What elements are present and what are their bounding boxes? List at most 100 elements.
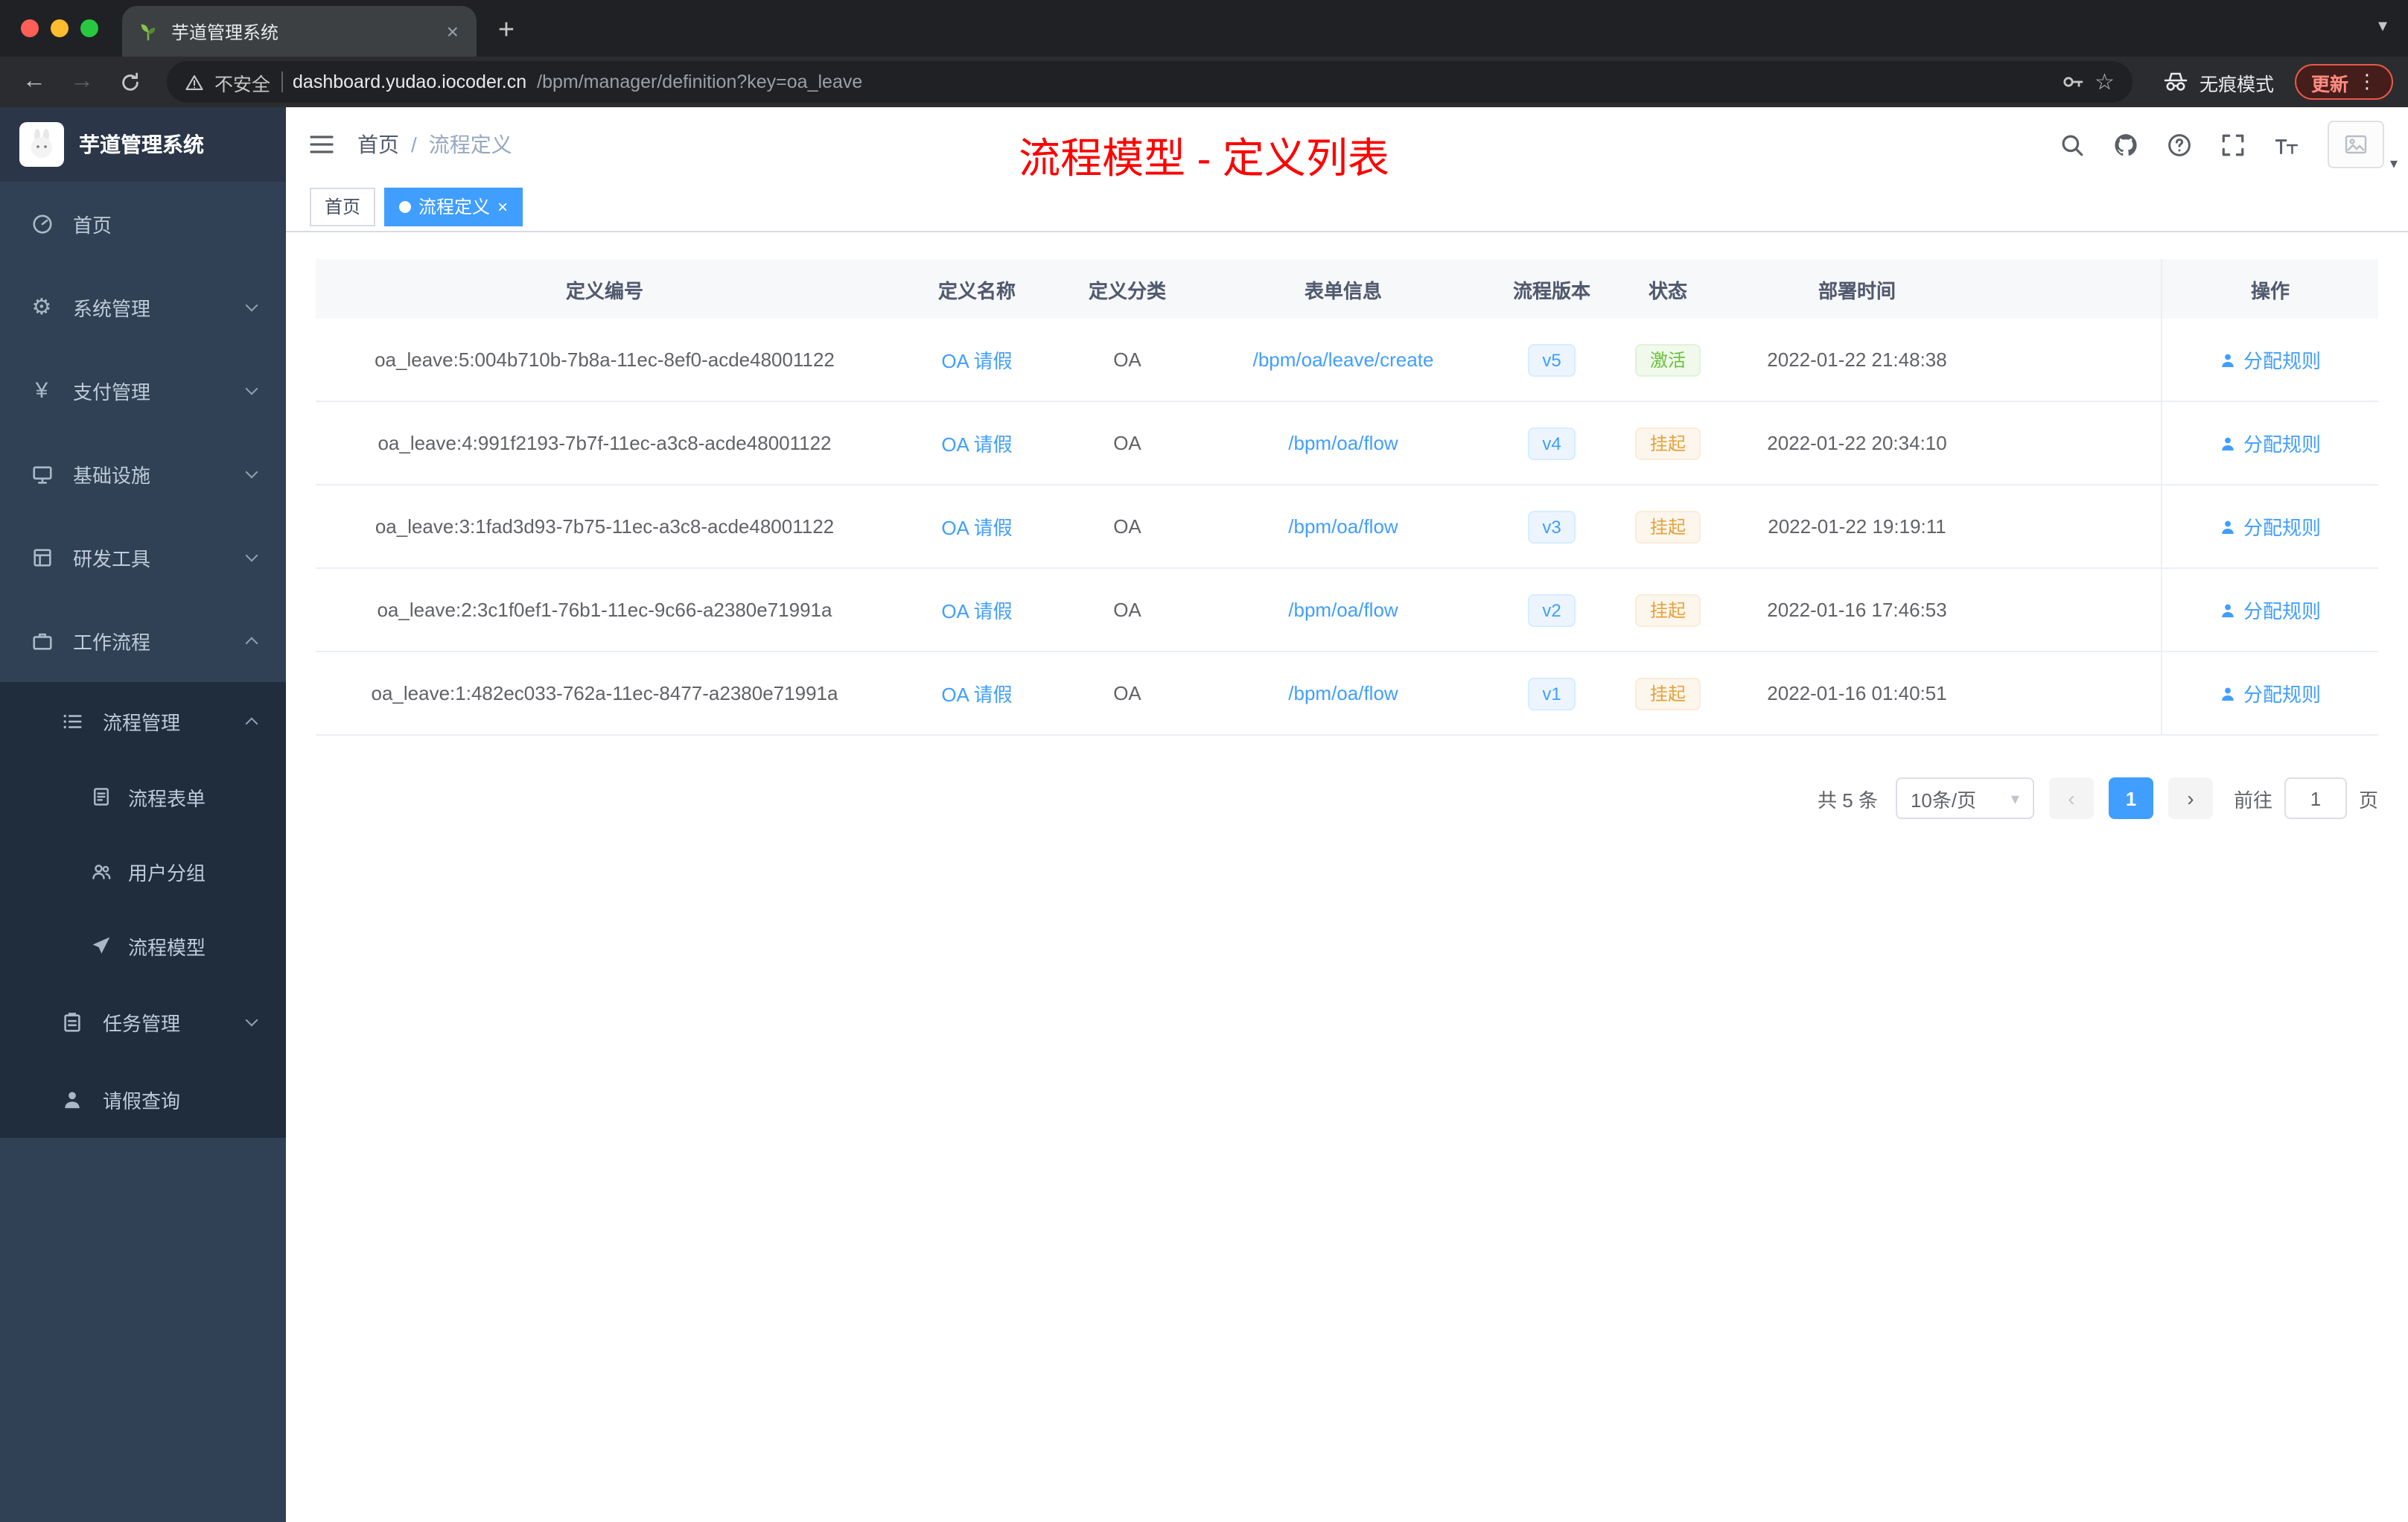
omnibox-divider bbox=[281, 71, 283, 92]
tab-close-icon[interactable]: × bbox=[444, 19, 462, 43]
browser-toolbar: ← → 不安全 dashboard.yudao.iocoder.cn/bpm/m… bbox=[0, 57, 2408, 107]
status-tag: 挂起 bbox=[1634, 593, 1701, 626]
sidebar-item-workflow[interactable]: 工作流程 bbox=[0, 599, 286, 682]
sidebar-item-label: 流程表单 bbox=[128, 787, 206, 809]
tag-label: 首页 bbox=[325, 197, 361, 217]
sidebar-item-leave-query[interactable]: 请假查询 bbox=[0, 1060, 286, 1138]
definition-name-link[interactable]: OA 请假 bbox=[941, 596, 1012, 624]
clipboard-icon bbox=[60, 1010, 83, 1034]
sidebar-item-process-forms[interactable]: 流程表单 bbox=[0, 760, 286, 834]
tab-favicon-icon bbox=[141, 23, 156, 40]
person-icon bbox=[2223, 520, 2235, 533]
update-label: 更新 bbox=[2310, 74, 2348, 95]
prev-page-button[interactable]: ‹ bbox=[2048, 777, 2094, 819]
definition-id: oa_leave:1:482ec033-762a-11ec-8477-a2380… bbox=[371, 682, 838, 704]
main-area: 首页 / 流程定义 ▾ 首页 流程定义 × 定义编号 定义名称 定义分类 表单信… bbox=[286, 107, 2408, 1522]
search-icon[interactable] bbox=[2060, 132, 2085, 157]
not-secure-label: 不安全 bbox=[214, 74, 271, 95]
column-header: 流程版本 bbox=[1512, 279, 1590, 302]
assign-rule-link[interactable]: 分配规则 bbox=[2220, 679, 2321, 707]
chevron-down-icon bbox=[245, 465, 258, 478]
breadcrumb-home[interactable]: 首页 bbox=[357, 130, 399, 159]
address-bar[interactable]: 不安全 dashboard.yudao.iocoder.cn/bpm/manag… bbox=[167, 61, 2133, 103]
users-icon bbox=[89, 860, 112, 882]
form-link[interactable]: /bpm/oa/flow bbox=[1288, 515, 1398, 538]
sidebar-item-infrastructure[interactable]: 基础设施 bbox=[0, 432, 286, 515]
zoom-window-button[interactable] bbox=[80, 19, 98, 37]
form-link[interactable]: /bpm/oa/leave/create bbox=[1253, 348, 1434, 371]
sidebar-item-process-models[interactable]: 流程模型 bbox=[0, 908, 286, 983]
github-icon[interactable] bbox=[2113, 132, 2138, 157]
definition-name-link[interactable]: OA 请假 bbox=[941, 346, 1012, 374]
definition-name-link[interactable]: OA 请假 bbox=[941, 679, 1012, 707]
browser-tab[interactable]: 芋道管理系统 × bbox=[122, 6, 477, 57]
incognito-label: 无痕模式 bbox=[2199, 74, 2274, 95]
column-header: 部署时间 bbox=[1818, 279, 1896, 302]
tag-close-icon[interactable]: × bbox=[497, 197, 508, 215]
active-dot-icon bbox=[399, 200, 412, 212]
avatar-caret-icon[interactable]: ▾ bbox=[2390, 156, 2398, 173]
assign-rule-link[interactable]: 分配规则 bbox=[2220, 346, 2321, 374]
chevron-down-icon bbox=[245, 298, 258, 311]
user-avatar[interactable]: ▾ bbox=[2328, 121, 2398, 173]
status-tag: 挂起 bbox=[1634, 510, 1701, 543]
form-link[interactable]: /bpm/oa/flow bbox=[1288, 432, 1398, 454]
yen-icon: ¥ bbox=[35, 378, 48, 403]
table-row: oa_leave:5:004b710b-7b8a-11ec-8ef0-acde4… bbox=[316, 319, 2378, 402]
hamburger-icon bbox=[310, 136, 334, 153]
goto-page-input[interactable] bbox=[2284, 777, 2347, 819]
tag-process-definition[interactable]: 流程定义 × bbox=[384, 187, 523, 226]
password-key-icon[interactable] bbox=[2060, 70, 2084, 94]
sidebar-toggle-button[interactable] bbox=[286, 107, 357, 182]
help-icon[interactable] bbox=[2167, 132, 2192, 157]
definition-name-link[interactable]: OA 请假 bbox=[941, 429, 1012, 457]
definition-name-link[interactable]: OA 请假 bbox=[941, 512, 1012, 541]
page-number-button[interactable]: 1 bbox=[2108, 777, 2153, 819]
sidebar-logo[interactable]: 芋道管理系统 bbox=[0, 107, 286, 182]
bookmark-star-icon[interactable]: ☆ bbox=[2095, 69, 2115, 95]
version-tag: v3 bbox=[1527, 510, 1576, 543]
pagination: 共 5 条 10条/页 ▾ ‹ 1 › 前往 页 bbox=[316, 777, 2378, 819]
status-tag: 激活 bbox=[1634, 343, 1701, 376]
breadcrumb: 首页 / 流程定义 bbox=[357, 130, 512, 159]
sidebar-item-devtools[interactable]: 研发工具 bbox=[0, 515, 286, 599]
form-link[interactable]: /bpm/oa/flow bbox=[1288, 599, 1398, 621]
page-size-select[interactable]: 10条/页 ▾ bbox=[1895, 777, 2034, 819]
person-icon bbox=[2223, 436, 2235, 450]
sidebar-item-label: 工作流程 bbox=[73, 631, 151, 653]
column-header: 定义名称 bbox=[937, 279, 1016, 302]
sidebar-item-task-management[interactable]: 任务管理 bbox=[0, 983, 286, 1060]
new-tab-button[interactable]: + bbox=[485, 9, 527, 54]
rabbit-logo-icon bbox=[31, 129, 52, 158]
gear-icon: ⚙ bbox=[31, 295, 52, 320]
column-header: 定义分类 bbox=[1088, 279, 1166, 302]
update-button[interactable]: 更新 ⋮ bbox=[2294, 64, 2393, 100]
browser-menu-icon[interactable]: ⋮ bbox=[2357, 70, 2377, 94]
version-tag: v5 bbox=[1527, 343, 1576, 376]
sidebar-item-payment[interactable]: ¥ 支付管理 bbox=[0, 348, 286, 432]
screen: 芋道管理系统 × + ▾ ← → 不安全 dashboard.yudao.ioc… bbox=[0, 0, 2408, 1522]
navbar-actions: ▾ bbox=[2060, 121, 2408, 173]
sidebar-item-home[interactable]: 首页 bbox=[0, 182, 286, 265]
font-size-icon[interactable] bbox=[2274, 132, 2299, 157]
form-link[interactable]: /bpm/oa/flow bbox=[1288, 682, 1398, 704]
chevron-up-icon bbox=[245, 717, 258, 730]
close-window-button[interactable] bbox=[21, 19, 39, 37]
fullscreen-icon[interactable] bbox=[2220, 132, 2246, 157]
assign-rule-link[interactable]: 分配规则 bbox=[2220, 512, 2321, 541]
forward-button[interactable]: → bbox=[63, 63, 101, 101]
sidebar-item-label: 流程模型 bbox=[128, 936, 206, 958]
tag-home[interactable]: 首页 bbox=[310, 187, 376, 226]
reload-button[interactable] bbox=[110, 63, 149, 101]
minimize-window-button[interactable] bbox=[51, 19, 69, 37]
table-row: oa_leave:2:3c1f0ef1-76b1-11ec-9c66-a2380… bbox=[316, 569, 2378, 652]
tab-search-chevron-icon[interactable]: ▾ bbox=[2378, 15, 2387, 36]
definition-id: oa_leave:5:004b710b-7b8a-11ec-8ef0-acde4… bbox=[375, 348, 835, 371]
back-button[interactable]: ← bbox=[15, 63, 54, 101]
sidebar-item-user-groups[interactable]: 用户分组 bbox=[0, 834, 286, 908]
sidebar-item-process-management[interactable]: 流程管理 bbox=[0, 682, 286, 760]
assign-rule-link[interactable]: 分配规则 bbox=[2220, 596, 2321, 624]
assign-rule-link[interactable]: 分配规则 bbox=[2220, 429, 2321, 457]
sidebar-item-system[interactable]: ⚙ 系统管理 bbox=[0, 265, 286, 348]
next-page-button[interactable]: › bbox=[2167, 777, 2213, 819]
